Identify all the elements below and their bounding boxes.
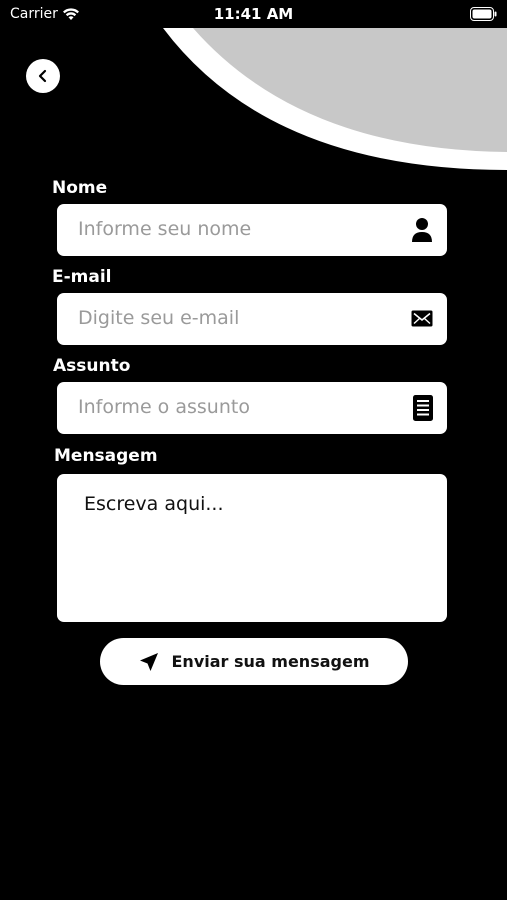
send-message-button[interactable]: Enviar sua mensagem xyxy=(100,638,408,685)
document-icon xyxy=(413,395,433,425)
name-field[interactable]: Informe seu nome xyxy=(57,204,447,256)
send-button-label: Enviar sua mensagem xyxy=(171,652,370,671)
name-placeholder: Informe seu nome xyxy=(78,218,252,240)
envelope-icon xyxy=(411,310,433,331)
email-field[interactable]: Digite seu e-mail xyxy=(57,293,447,345)
user-icon xyxy=(411,217,433,247)
paper-plane-icon xyxy=(139,652,159,672)
email-placeholder: Digite seu e-mail xyxy=(78,307,240,329)
email-label: E-mail xyxy=(52,267,112,287)
message-textarea[interactable]: Escreva aqui... xyxy=(57,474,447,622)
name-label: Nome xyxy=(52,178,108,198)
subject-label: Assunto xyxy=(53,356,131,376)
subject-placeholder: Informe o assunto xyxy=(78,396,250,418)
subject-field[interactable]: Informe o assunto xyxy=(57,382,447,434)
message-label: Mensagem xyxy=(54,446,158,466)
back-button[interactable] xyxy=(26,59,60,93)
message-placeholder: Escreva aqui... xyxy=(84,493,224,515)
chevron-left-icon xyxy=(38,69,47,83)
decorative-arc xyxy=(163,28,507,170)
